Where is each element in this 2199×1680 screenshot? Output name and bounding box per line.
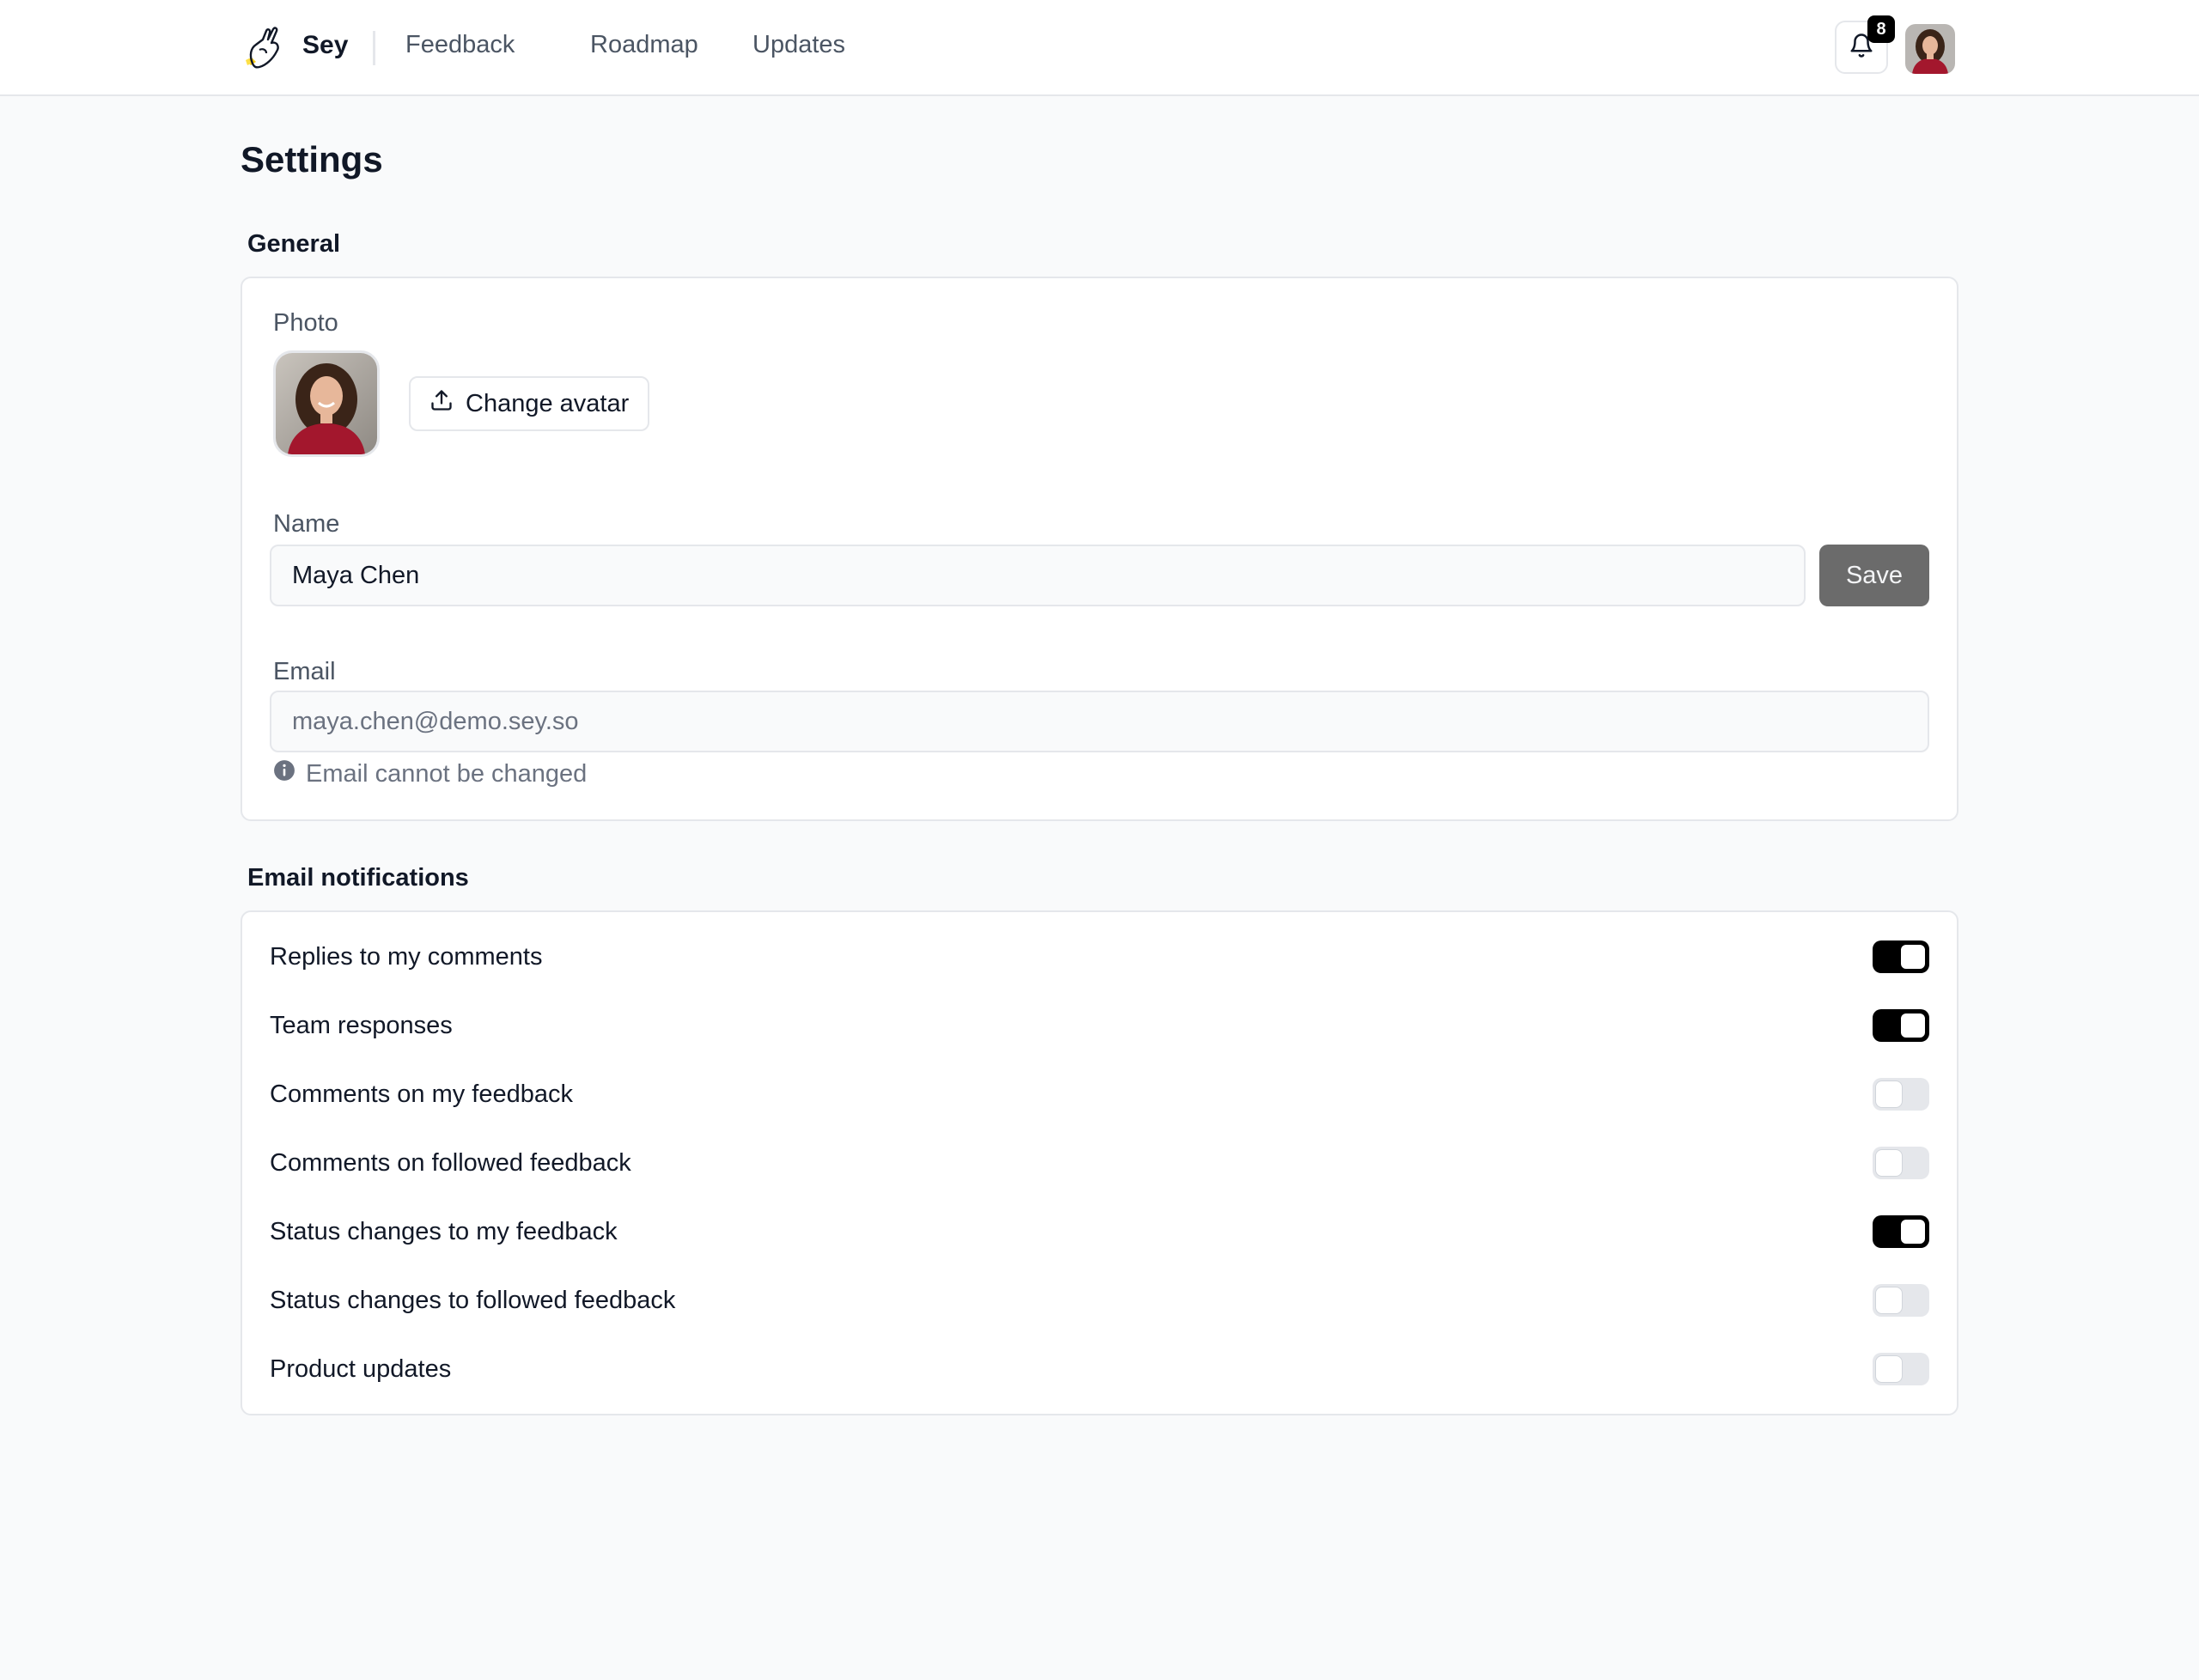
notification-toggle-comments-my-feedback[interactable] <box>1873 1078 1929 1111</box>
notification-label: Replies to my comments <box>270 942 543 971</box>
save-button[interactable]: Save <box>1819 545 1929 606</box>
nav-link-updates[interactable]: Updates <box>752 31 845 59</box>
notification-label: Comments on followed feedback <box>270 1148 631 1177</box>
change-avatar-button[interactable]: Change avatar <box>409 376 649 431</box>
notification-toggle-replies[interactable] <box>1873 940 1929 973</box>
notifications-count-badge: 8 <box>1867 15 1895 43</box>
email-hint: Email cannot be changed <box>273 759 587 788</box>
notification-row-status-my-feedback: Status changes to my feedback <box>270 1206 1929 1257</box>
user-avatar[interactable] <box>1905 24 1955 74</box>
profile-photo <box>273 350 380 457</box>
notification-label: Status changes to followed feedback <box>270 1286 676 1314</box>
name-label: Name <box>273 510 340 538</box>
toggle-knob <box>1875 1287 1903 1314</box>
notification-toggle-team-responses[interactable] <box>1873 1009 1929 1042</box>
notification-label: Team responses <box>270 1011 453 1039</box>
change-avatar-label: Change avatar <box>466 389 630 417</box>
email-input[interactable] <box>270 691 1929 752</box>
hand-sparkle-logo-icon[interactable] <box>241 24 285 72</box>
notification-row-status-followed-feedback: Status changes to followed feedback <box>270 1275 1929 1326</box>
toggle-knob <box>1875 1080 1903 1108</box>
notification-row-product-updates: Product updates <box>270 1343 1929 1395</box>
notification-toggle-status-followed-feedback[interactable] <box>1873 1284 1929 1317</box>
toggle-knob <box>1899 1218 1927 1245</box>
upload-icon <box>429 388 454 419</box>
notification-row-comments-followed-feedback: Comments on followed feedback <box>270 1137 1929 1189</box>
brand-name[interactable]: Sey <box>302 31 348 60</box>
toggle-knob <box>1875 1355 1903 1383</box>
notification-toggle-product-updates[interactable] <box>1873 1353 1929 1385</box>
email-notifications-card: Replies to my comments Team responses Co… <box>241 910 1958 1415</box>
notification-toggle-comments-followed-feedback[interactable] <box>1873 1147 1929 1179</box>
email-label: Email <box>273 658 336 685</box>
email-hint-text: Email cannot be changed <box>306 759 588 788</box>
photo-label: Photo <box>273 309 338 337</box>
notification-row-team-responses: Team responses <box>270 1000 1929 1051</box>
toggle-knob <box>1875 1149 1903 1177</box>
toggle-knob <box>1899 943 1927 971</box>
notification-label: Product updates <box>270 1354 452 1383</box>
nav-link-roadmap[interactable]: Roadmap <box>590 31 698 59</box>
email-notifications-section-title: Email notifications <box>247 864 469 892</box>
name-input[interactable] <box>270 545 1806 606</box>
info-icon <box>273 759 295 788</box>
top-navigation-bar: Sey Feedback Roadmap Updates 8 <box>0 0 2199 96</box>
toggle-knob <box>1899 1012 1927 1039</box>
notification-row-comments-my-feedback: Comments on my feedback <box>270 1068 1929 1120</box>
notification-label: Comments on my feedback <box>270 1080 573 1108</box>
brand-divider <box>373 31 375 65</box>
notification-row-replies: Replies to my comments <box>270 931 1929 983</box>
general-section-title: General <box>247 230 340 258</box>
page-title: Settings <box>241 139 383 180</box>
notification-label: Status changes to my feedback <box>270 1217 618 1245</box>
general-settings-card: Photo Change avatar Name Maya Chen Save … <box>241 277 1958 821</box>
notification-toggle-status-my-feedback[interactable] <box>1873 1215 1929 1248</box>
nav-link-feedback[interactable]: Feedback <box>405 31 515 59</box>
